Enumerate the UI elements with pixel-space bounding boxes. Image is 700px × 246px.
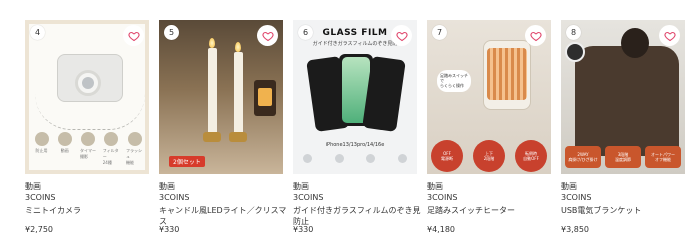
product-card[interactable]: 2個セット 5 動画 3COINS キャンドル風LEDライト／クリスマス ¥33… <box>159 20 286 240</box>
feature-icon <box>366 154 376 163</box>
rank-badge: 6 <box>298 25 313 40</box>
product-name[interactable]: USB電気ブランケット <box>561 205 693 216</box>
rank-badge: 4 <box>30 25 45 40</box>
heart-outline-icon <box>127 31 140 41</box>
feature-icon <box>34 132 49 146</box>
product-category: 動画 <box>159 182 175 191</box>
candle-flame <box>235 42 241 52</box>
feature-badge: 2WAY 肩掛け/ひざ掛け <box>565 146 601 168</box>
rank-badge: 5 <box>164 25 179 40</box>
favorite-button[interactable] <box>659 25 680 46</box>
feature-icons <box>303 154 407 163</box>
product-brand[interactable]: 3COINS <box>293 193 323 202</box>
lantern-glow <box>258 88 272 106</box>
feature-badge: 3段階 温度調節 <box>605 146 641 168</box>
image-models: iPhone13/13pro/14/16e <box>325 142 385 148</box>
feature-icon <box>397 154 407 163</box>
product-price: ¥2,750 <box>25 225 53 234</box>
feature-item: 防止用 <box>33 132 50 166</box>
product-price: ¥4,180 <box>427 225 455 234</box>
product-name[interactable]: 足踏みスイッチヒーター <box>427 205 559 216</box>
candle-holder <box>229 132 247 142</box>
product-brand[interactable]: 3COINS <box>159 193 189 202</box>
rank-badge: 8 <box>566 25 581 40</box>
model-head <box>621 28 649 58</box>
feature-item: 動画 <box>56 132 73 166</box>
product-category: 動画 <box>293 182 309 191</box>
heart-outline-icon <box>529 31 542 41</box>
feature-item: タイマー 撮影 <box>80 132 97 166</box>
camera-lens-center <box>82 77 94 89</box>
feature-icon <box>104 132 119 146</box>
feature-badges: 2WAY 肩掛け/ひざ掛け 3段階 温度調節 オートパワー オフ機能 <box>565 146 681 168</box>
product-category: 動画 <box>427 182 443 191</box>
set-badge: 2個セット <box>169 156 205 167</box>
heater-grill <box>487 48 527 100</box>
product-card[interactable]: 足踏みスイッチで らくらく操作 OFF 電源断 上下 2段階 転倒時 自動OFF… <box>427 20 551 240</box>
blanket <box>575 46 679 156</box>
rank-badge: 7 <box>432 25 447 40</box>
product-card[interactable]: 2WAY 肩掛け/ひざ掛け 3段階 温度調節 オートパワー オフ機能 8 動画 … <box>561 20 685 240</box>
product-name[interactable]: ガイド付きガラスフィルムのぞき見防止 <box>293 205 425 227</box>
product-category: 動画 <box>25 182 41 191</box>
feature-item: フラッシュ 機能 <box>126 132 143 166</box>
product-card[interactable]: GLASS FILM ガイド付きガラスフィルムのぞき見防 iPhone13/13… <box>293 20 421 240</box>
candle <box>234 52 243 134</box>
heart-outline-icon <box>395 31 408 41</box>
feature-badge: オートパワー オフ機能 <box>645 146 681 168</box>
feature-badge: OFF 電源断 <box>431 140 463 172</box>
favorite-button[interactable] <box>123 25 144 46</box>
heart-outline-icon <box>261 31 274 41</box>
feature-badge: 上下 2段階 <box>473 140 505 172</box>
product-category: 動画 <box>561 182 577 191</box>
product-price: ¥3,850 <box>561 225 589 234</box>
product-name[interactable]: ミニトイカメラ <box>25 205 157 216</box>
product-price: ¥330 <box>293 225 314 234</box>
feature-badge: 転倒時 自動OFF <box>515 140 547 172</box>
favorite-button[interactable] <box>525 25 546 46</box>
product-brand[interactable]: 3COINS <box>561 193 591 202</box>
feature-badges: OFF 電源断 上下 2段階 転倒時 自動OFF <box>431 140 547 172</box>
product-brand[interactable]: 3COINS <box>25 193 55 202</box>
feature-icon <box>334 154 344 163</box>
product-card[interactable]: 防止用 動画 タイマー 撮影 フィルター 24種 フラッシュ 機能 4 動画 3… <box>25 20 149 240</box>
feature-icon <box>81 132 95 146</box>
feature-icon <box>57 132 72 146</box>
feature-icon <box>127 132 142 146</box>
feature-icons: 防止用 動画 タイマー 撮影 フィルター 24種 フラッシュ 機能 <box>33 132 143 166</box>
heart-outline-icon <box>663 31 676 41</box>
controller-dial <box>565 42 585 62</box>
favorite-button[interactable] <box>391 25 412 46</box>
candle-holder <box>203 132 221 142</box>
candle <box>208 48 217 134</box>
candle-flame <box>209 38 215 48</box>
product-name[interactable]: キャンドル風LEDライト／クリスマス <box>159 205 291 227</box>
product-price: ¥330 <box>159 225 180 234</box>
favorite-button[interactable] <box>257 25 278 46</box>
feature-item: フィルター 24種 <box>103 132 120 166</box>
feature-icon <box>303 154 312 163</box>
product-brand[interactable]: 3COINS <box>427 193 457 202</box>
callout-bubble: 足踏みスイッチで らくらく操作 <box>437 70 471 92</box>
